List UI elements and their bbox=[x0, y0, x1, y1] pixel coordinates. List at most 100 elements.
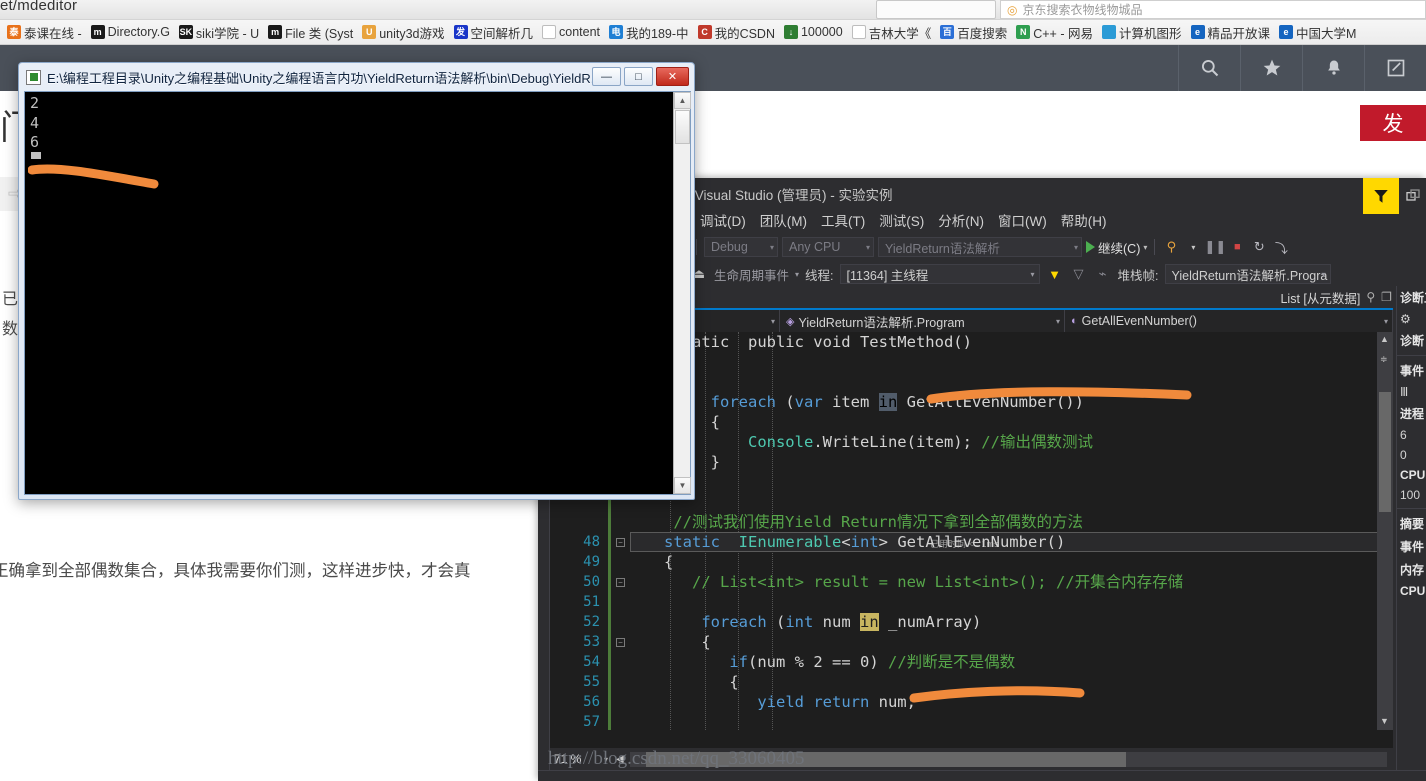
bookmark-item[interactable]: Uunity3d游戏 bbox=[359, 21, 450, 44]
bookmark-item[interactable]: SKsiki学院 - U bbox=[176, 21, 265, 44]
bookmark-item[interactable]: mDirectory.G bbox=[88, 23, 176, 41]
code-line[interactable]: } bbox=[636, 472, 1393, 492]
vs-menu-item[interactable]: 帮助(H) bbox=[1061, 210, 1107, 230]
scrollbar-thumb[interactable] bbox=[1379, 392, 1391, 512]
thread-dropdown[interactable]: [11364] 主线程 bbox=[840, 264, 1040, 284]
float-icon[interactable]: ❐ bbox=[1381, 290, 1392, 304]
console-window[interactable]: E:\编程工程目录\Unity之编程基础\Unity之编程语言内功\YieldR… bbox=[18, 62, 695, 500]
vs-menu-item[interactable]: 分析(N) bbox=[938, 210, 984, 230]
scroll-up-arrow-icon[interactable]: ▲ bbox=[674, 92, 691, 109]
browser-url-text[interactable]: et/mdeditor bbox=[0, 0, 77, 14]
gear-icon[interactable]: ⚙ bbox=[1397, 309, 1426, 329]
minimize-button[interactable]: — bbox=[592, 67, 621, 86]
bookmark-item[interactable]: content bbox=[539, 23, 606, 41]
code-line[interactable]: static public void TestMethod() bbox=[636, 332, 1393, 352]
fold-toggle-icon[interactable]: − bbox=[616, 538, 625, 547]
restore-window-icon[interactable] bbox=[1399, 178, 1426, 214]
scroll-down-arrow-icon[interactable]: ▼ bbox=[1380, 716, 1389, 726]
diagnostic-tab[interactable]: 摘要 bbox=[1397, 512, 1426, 535]
bookmark-item[interactable]: 百百度搜索 bbox=[937, 21, 1013, 44]
diagnostic-tab[interactable]: CPU bbox=[1397, 581, 1426, 601]
notification-icon[interactable] bbox=[1302, 45, 1364, 91]
bookmark-item[interactable]: 计算机图形 bbox=[1099, 21, 1188, 44]
bookmark-item[interactable]: 泰泰课在线 - bbox=[4, 21, 88, 44]
bookmark-item[interactable]: 发空间解析几 bbox=[451, 21, 540, 44]
chevron-down-icon[interactable]: ▾ bbox=[1143, 243, 1147, 252]
console-scrollbar[interactable]: ▲ ▼ bbox=[673, 92, 690, 494]
code-line[interactable]: static IEnumerable<int> GetAllEvenNumber… bbox=[636, 532, 1393, 552]
bookmark-item[interactable]: ↓100000 bbox=[781, 23, 849, 41]
class-icon: ◈ bbox=[786, 315, 794, 328]
vs-menu-item[interactable]: 调试(D) bbox=[700, 210, 746, 230]
code-line[interactable] bbox=[636, 712, 1393, 730]
bookmark-item[interactable]: NC++ - 网易 bbox=[1013, 21, 1099, 44]
favorite-icon[interactable] bbox=[1240, 45, 1302, 91]
bookmark-item[interactable]: 吉林大学《 bbox=[849, 21, 938, 44]
platform-dropdown[interactable]: Any CPU bbox=[782, 237, 874, 257]
flag-icon[interactable]: ⌁ bbox=[1094, 265, 1112, 283]
code-line[interactable]: foreach (var item in GetAllEvenNumber()) bbox=[636, 392, 1393, 412]
code-line[interactable]: { bbox=[636, 552, 1393, 572]
bookmark-item[interactable]: e中国大学M bbox=[1276, 21, 1362, 44]
filter-icon[interactable]: ▼ bbox=[1046, 265, 1064, 283]
continue-button[interactable]: 继续(C) ▾ bbox=[1086, 238, 1147, 257]
code-line[interactable]: yield return num; bbox=[636, 692, 1393, 712]
code-line[interactable]: foreach (int num in _numArray) bbox=[636, 612, 1393, 632]
maximize-button[interactable]: □ bbox=[624, 67, 653, 86]
diagnostic-tab[interactable]: 内存 bbox=[1397, 558, 1426, 581]
close-button[interactable]: ✕ bbox=[656, 67, 689, 86]
code-line[interactable]: Console.WriteLine(item); //输出偶数测试 bbox=[636, 432, 1393, 452]
pause-icon[interactable]: ❚❚ bbox=[1206, 238, 1224, 256]
filter-clear-icon[interactable]: ▽ bbox=[1070, 265, 1088, 283]
diagnostic-tab[interactable]: 事件 bbox=[1397, 535, 1426, 558]
code-token: static bbox=[636, 533, 739, 551]
code-line[interactable]: } bbox=[636, 452, 1393, 472]
vs-menu-item[interactable]: 工具(T) bbox=[821, 210, 865, 230]
chevron-down-icon[interactable]: ▾ bbox=[795, 270, 799, 279]
bookmark-item[interactable]: 电我的189-中 bbox=[606, 21, 695, 44]
scrollbar-thumb[interactable] bbox=[675, 110, 690, 144]
code-line[interactable]: { bbox=[636, 352, 1393, 372]
restart-icon[interactable]: ↻ bbox=[1250, 238, 1268, 256]
feedback-funnel-icon[interactable] bbox=[1363, 178, 1399, 214]
search-icon[interactable] bbox=[1178, 45, 1240, 91]
step-over-icon[interactable]: ⤵ bbox=[1272, 238, 1290, 256]
url-extension-box[interactable] bbox=[876, 0, 996, 19]
code-line[interactable]: // List<int> result = new List<int>(); /… bbox=[636, 572, 1393, 592]
pin-icon[interactable]: ⚲ bbox=[1366, 290, 1375, 304]
compose-icon[interactable] bbox=[1364, 45, 1426, 91]
bookmark-item[interactable]: e精品开放课 bbox=[1188, 21, 1277, 44]
breadcrumb-member[interactable]: ◐ GetAllEvenNumber() bbox=[1065, 310, 1393, 332]
fold-toggle-icon[interactable]: − bbox=[616, 638, 625, 647]
publish-button[interactable]: 发 bbox=[1360, 105, 1426, 141]
vs-menu-item[interactable]: 窗口(W) bbox=[998, 210, 1047, 230]
breadcrumb-class[interactable]: ◈ YieldReturn语法解析.Program bbox=[780, 310, 1065, 332]
code-line[interactable]: //测试我们使用Yield Return情况下拿到全部偶数的方法 bbox=[636, 512, 1393, 532]
code-line[interactable] bbox=[636, 492, 1393, 512]
scroll-down-arrow-icon[interactable]: ▼ bbox=[674, 477, 691, 494]
bookmark-item[interactable]: mFile 类 (Syst bbox=[265, 21, 359, 44]
code-line[interactable]: { bbox=[636, 632, 1393, 652]
startup-project-dropdown[interactable]: YieldReturn语法解析 bbox=[878, 237, 1082, 257]
console-output-area[interactable]: 246 ▲ ▼ bbox=[24, 91, 691, 495]
code-line[interactable]: { bbox=[636, 672, 1393, 692]
chevron-down-icon[interactable]: ▾ bbox=[1184, 238, 1202, 256]
code-line[interactable]: { bbox=[636, 412, 1393, 432]
build-config-dropdown[interactable]: Debug bbox=[704, 237, 778, 257]
code-token: //判断是不是偶数 bbox=[888, 653, 1015, 671]
split-view-icon[interactable]: ≑ bbox=[1380, 354, 1388, 365]
scroll-up-arrow-icon[interactable]: ▲ bbox=[1380, 334, 1389, 344]
code-line[interactable] bbox=[636, 372, 1393, 392]
stackframe-dropdown[interactable]: YieldReturn语法解析.Progra bbox=[1165, 264, 1331, 284]
attach-process-icon[interactable]: ⚲ bbox=[1162, 238, 1180, 256]
bookmark-item[interactable]: C我的CSDN bbox=[695, 21, 781, 44]
vs-menu-item[interactable]: 测试(S) bbox=[879, 210, 924, 230]
editor-vertical-scrollbar[interactable]: ▲ ≑ ▼ bbox=[1377, 332, 1393, 730]
code-line[interactable]: if(num % 2 == 0) //判断是不是偶数 bbox=[636, 652, 1393, 672]
vs-menu-item[interactable]: 团队(M) bbox=[760, 210, 807, 230]
fold-toggle-icon[interactable]: − bbox=[616, 578, 625, 587]
code-line[interactable] bbox=[636, 592, 1393, 612]
search-box[interactable]: ◎ 京东搜索衣物线物城品 bbox=[1000, 0, 1426, 19]
stop-icon[interactable]: ■ bbox=[1228, 238, 1246, 256]
code-lines[interactable]: static public void TestMethod() { foreac… bbox=[636, 332, 1393, 730]
